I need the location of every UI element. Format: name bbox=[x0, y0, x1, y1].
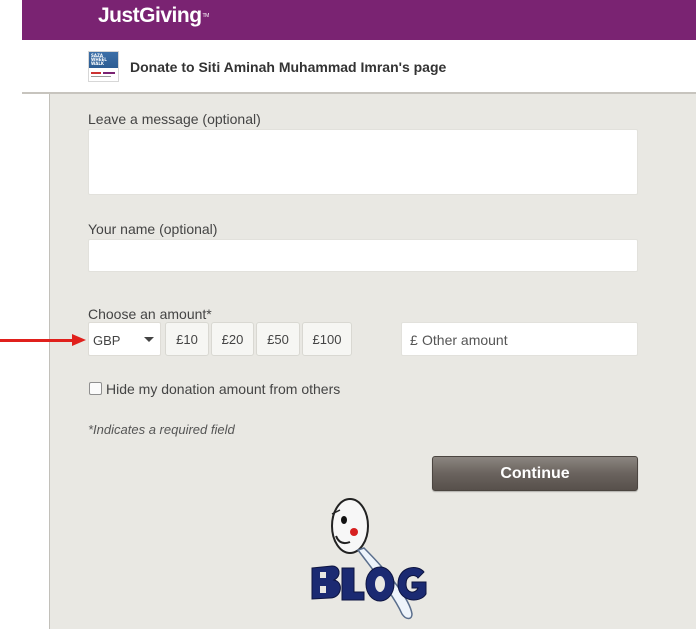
page-subheader: SAZA WHEEL WALK Donate to Siti Aminah Mu… bbox=[22, 40, 696, 94]
thumbnail-decor bbox=[91, 72, 101, 74]
continue-button[interactable]: Continue bbox=[432, 456, 638, 491]
hide-amount-checkbox[interactable] bbox=[89, 382, 102, 395]
other-amount-placeholder: Other amount bbox=[422, 332, 508, 348]
amount-button-100[interactable]: £100 bbox=[302, 322, 352, 356]
currency-selected-value: GBP bbox=[93, 333, 121, 348]
amount-button-20[interactable]: £20 bbox=[211, 322, 254, 356]
thumbnail-decor bbox=[91, 76, 111, 77]
required-field-note: *Indicates a required field bbox=[88, 422, 235, 437]
spoon-mascot-icon bbox=[331, 498, 413, 620]
brand-name: JustGiving bbox=[98, 4, 202, 27]
blog-watermark-image bbox=[311, 498, 427, 620]
annotation-arrow-line bbox=[0, 339, 76, 342]
message-label: Leave a message (optional) bbox=[88, 111, 261, 127]
currency-select[interactable]: GBP bbox=[88, 322, 161, 356]
justgiving-logo[interactable]: JustGivingTM bbox=[98, 4, 210, 28]
message-textarea[interactable] bbox=[88, 129, 638, 195]
name-input[interactable] bbox=[88, 239, 638, 272]
blog-lettering bbox=[311, 565, 427, 602]
amount-button-50[interactable]: £50 bbox=[256, 322, 300, 356]
page-title: Donate to Siti Aminah Muhammad Imran's p… bbox=[130, 59, 447, 75]
pound-symbol: £ bbox=[410, 332, 418, 348]
top-header-bar: JustGivingTM bbox=[22, 0, 696, 40]
name-label: Your name (optional) bbox=[88, 221, 218, 237]
fundraising-page-thumbnail: SAZA WHEEL WALK bbox=[88, 51, 119, 82]
annotation-arrow-icon bbox=[72, 334, 86, 346]
amount-label: Choose an amount* bbox=[88, 306, 212, 322]
trademark-symbol: TM bbox=[202, 13, 210, 19]
thumbnail-decor bbox=[103, 72, 115, 74]
hide-amount-label[interactable]: Hide my donation amount from others bbox=[106, 381, 340, 397]
thumbnail-caption: SAZA WHEEL WALK bbox=[91, 53, 107, 66]
chevron-down-icon bbox=[144, 337, 154, 342]
other-amount-input[interactable]: £ Other amount bbox=[401, 322, 638, 356]
amount-button-10[interactable]: £10 bbox=[165, 322, 209, 356]
